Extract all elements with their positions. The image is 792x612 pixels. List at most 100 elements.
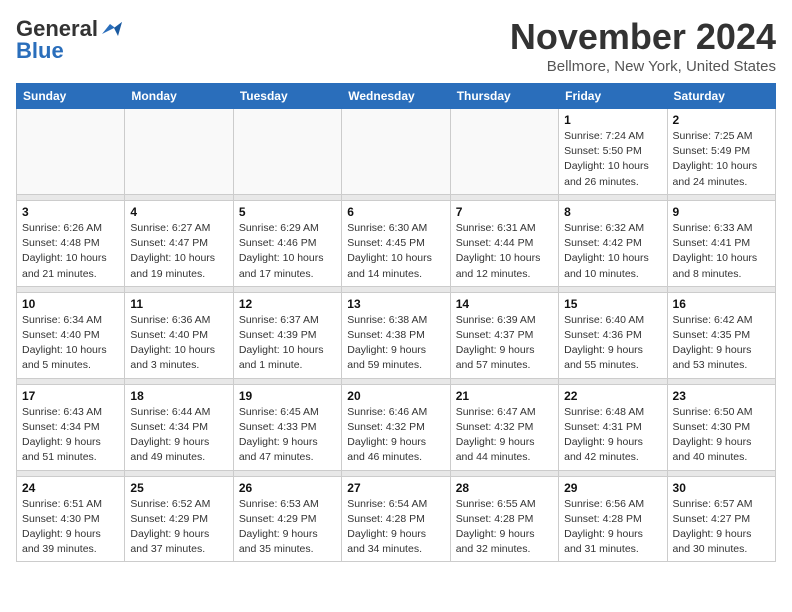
calendar-cell [17, 109, 125, 195]
logo: General Blue [16, 16, 122, 64]
day-info: Sunrise: 6:37 AM Sunset: 4:39 PM Dayligh… [239, 313, 336, 374]
day-number: 20 [347, 389, 444, 403]
day-number: 28 [456, 481, 553, 495]
calendar-cell: 24 Sunrise: 6:51 AM Sunset: 4:30 PM Dayli… [17, 476, 125, 562]
day-info: Sunrise: 6:26 AM Sunset: 4:48 PM Dayligh… [22, 221, 119, 282]
day-info: Sunrise: 6:38 AM Sunset: 4:38 PM Dayligh… [347, 313, 444, 374]
calendar-cell: 29Sunrise: 6:56 AM Sunset: 4:28 PM Dayli… [559, 476, 667, 562]
day-number: 22 [564, 389, 661, 403]
day-info: Sunrise: 6:45 AM Sunset: 4:33 PM Dayligh… [239, 405, 336, 466]
calendar-week-0: 1 Sunrise: 7:24 AM Sunset: 5:50 PM Daylig… [17, 109, 776, 195]
calendar-week-2: 10Sunrise: 6:34 AM Sunset: 4:40 PM Dayli… [17, 292, 776, 378]
day-number: 11 [130, 297, 227, 311]
day-info: Sunrise: 6:46 AM Sunset: 4:32 PM Dayligh… [347, 405, 444, 466]
calendar-cell: 19 Sunrise: 6:45 AM Sunset: 4:33 PM Dayli… [233, 384, 341, 470]
day-number: 7 [456, 205, 553, 219]
day-info: Sunrise: 6:47 AM Sunset: 4:32 PM Dayligh… [456, 405, 553, 466]
calendar-cell: 30 Sunrise: 6:57 AM Sunset: 4:27 PM Dayli… [667, 476, 775, 562]
title-area: November 2024 Bellmore, New York, United… [510, 16, 776, 75]
day-number: 26 [239, 481, 336, 495]
calendar-cell: 8 Sunrise: 6:32 AM Sunset: 4:42 PM Daylig… [559, 200, 667, 286]
calendar-cell: 4 Sunrise: 6:27 AM Sunset: 4:47 PM Daylig… [125, 200, 233, 286]
calendar-cell: 17 Sunrise: 6:43 AM Sunset: 4:34 PM Dayli… [17, 384, 125, 470]
calendar-week-1: 3 Sunrise: 6:26 AM Sunset: 4:48 PM Daylig… [17, 200, 776, 286]
day-number: 2 [673, 113, 770, 127]
day-info: Sunrise: 6:57 AM Sunset: 4:27 PM Dayligh… [673, 497, 770, 558]
day-info: Sunrise: 6:52 AM Sunset: 4:29 PM Dayligh… [130, 497, 227, 558]
day-info: Sunrise: 6:36 AM Sunset: 4:40 PM Dayligh… [130, 313, 227, 374]
day-info: Sunrise: 6:30 AM Sunset: 4:45 PM Dayligh… [347, 221, 444, 282]
weekday-header-sunday: Sunday [17, 84, 125, 109]
calendar-cell: 16 Sunrise: 6:42 AM Sunset: 4:35 PM Dayli… [667, 292, 775, 378]
day-info: Sunrise: 6:55 AM Sunset: 4:28 PM Dayligh… [456, 497, 553, 558]
day-number: 4 [130, 205, 227, 219]
day-number: 17 [22, 389, 119, 403]
day-number: 14 [456, 297, 553, 311]
day-info: Sunrise: 6:32 AM Sunset: 4:42 PM Dayligh… [564, 221, 661, 282]
day-number: 21 [456, 389, 553, 403]
calendar-table: SundayMondayTuesdayWednesdayThursdayFrid… [16, 83, 776, 562]
day-info: Sunrise: 6:33 AM Sunset: 4:41 PM Dayligh… [673, 221, 770, 282]
day-info: Sunrise: 6:39 AM Sunset: 4:37 PM Dayligh… [456, 313, 553, 374]
calendar-cell [125, 109, 233, 195]
weekday-header-row: SundayMondayTuesdayWednesdayThursdayFrid… [17, 84, 776, 109]
calendar-cell: 14 Sunrise: 6:39 AM Sunset: 4:37 PM Dayli… [450, 292, 558, 378]
weekday-header-tuesday: Tuesday [233, 84, 341, 109]
day-info: Sunrise: 6:29 AM Sunset: 4:46 PM Dayligh… [239, 221, 336, 282]
calendar-week-4: 24 Sunrise: 6:51 AM Sunset: 4:30 PM Dayli… [17, 476, 776, 562]
page-header: General Blue November 2024 Bellmore, New… [16, 16, 776, 75]
weekday-header-wednesday: Wednesday [342, 84, 450, 109]
day-info: Sunrise: 6:50 AM Sunset: 4:30 PM Dayligh… [673, 405, 770, 466]
weekday-header-monday: Monday [125, 84, 233, 109]
calendar-cell: 22 Sunrise: 6:48 AM Sunset: 4:31 PM Dayli… [559, 384, 667, 470]
weekday-header-saturday: Saturday [667, 84, 775, 109]
day-number: 18 [130, 389, 227, 403]
calendar-cell: 15Sunrise: 6:40 AM Sunset: 4:36 PM Dayli… [559, 292, 667, 378]
day-info: Sunrise: 6:43 AM Sunset: 4:34 PM Dayligh… [22, 405, 119, 466]
weekday-header-thursday: Thursday [450, 84, 558, 109]
calendar-cell: 10Sunrise: 6:34 AM Sunset: 4:40 PM Dayli… [17, 292, 125, 378]
day-number: 6 [347, 205, 444, 219]
logo-blue: Blue [16, 38, 64, 64]
calendar-cell: 5 Sunrise: 6:29 AM Sunset: 4:46 PM Daylig… [233, 200, 341, 286]
calendar-cell: 7 Sunrise: 6:31 AM Sunset: 4:44 PM Daylig… [450, 200, 558, 286]
day-info: Sunrise: 6:31 AM Sunset: 4:44 PM Dayligh… [456, 221, 553, 282]
day-number: 30 [673, 481, 770, 495]
day-number: 5 [239, 205, 336, 219]
calendar-cell: 20 Sunrise: 6:46 AM Sunset: 4:32 PM Dayli… [342, 384, 450, 470]
day-number: 16 [673, 297, 770, 311]
calendar-cell [450, 109, 558, 195]
day-number: 8 [564, 205, 661, 219]
calendar-week-3: 17 Sunrise: 6:43 AM Sunset: 4:34 PM Dayli… [17, 384, 776, 470]
day-info: Sunrise: 6:44 AM Sunset: 4:34 PM Dayligh… [130, 405, 227, 466]
calendar-cell: 11 Sunrise: 6:36 AM Sunset: 4:40 PM Dayli… [125, 292, 233, 378]
calendar-cell: 21 Sunrise: 6:47 AM Sunset: 4:32 PM Dayli… [450, 384, 558, 470]
day-number: 3 [22, 205, 119, 219]
day-number: 24 [22, 481, 119, 495]
weekday-header-friday: Friday [559, 84, 667, 109]
day-number: 19 [239, 389, 336, 403]
day-number: 10 [22, 297, 119, 311]
calendar-cell [342, 109, 450, 195]
calendar-cell: 18 Sunrise: 6:44 AM Sunset: 4:34 PM Dayli… [125, 384, 233, 470]
calendar-cell: 27 Sunrise: 6:54 AM Sunset: 4:28 PM Dayli… [342, 476, 450, 562]
day-number: 12 [239, 297, 336, 311]
day-info: Sunrise: 7:25 AM Sunset: 5:49 PM Dayligh… [673, 129, 770, 190]
calendar-cell: 2 Sunrise: 7:25 AM Sunset: 5:49 PM Daylig… [667, 109, 775, 195]
calendar-cell: 12 Sunrise: 6:37 AM Sunset: 4:39 PM Dayli… [233, 292, 341, 378]
day-number: 25 [130, 481, 227, 495]
day-info: Sunrise: 6:54 AM Sunset: 4:28 PM Dayligh… [347, 497, 444, 558]
day-info: Sunrise: 6:48 AM Sunset: 4:31 PM Dayligh… [564, 405, 661, 466]
calendar-cell: 1 Sunrise: 7:24 AM Sunset: 5:50 PM Daylig… [559, 109, 667, 195]
logo-bird-icon [100, 20, 122, 38]
day-number: 27 [347, 481, 444, 495]
calendar-cell: 26 Sunrise: 6:53 AM Sunset: 4:29 PM Dayli… [233, 476, 341, 562]
day-info: Sunrise: 7:24 AM Sunset: 5:50 PM Dayligh… [564, 129, 661, 190]
day-info: Sunrise: 6:53 AM Sunset: 4:29 PM Dayligh… [239, 497, 336, 558]
day-info: Sunrise: 6:27 AM Sunset: 4:47 PM Dayligh… [130, 221, 227, 282]
day-info: Sunrise: 6:51 AM Sunset: 4:30 PM Dayligh… [22, 497, 119, 558]
day-info: Sunrise: 6:42 AM Sunset: 4:35 PM Dayligh… [673, 313, 770, 374]
calendar-cell: 9Sunrise: 6:33 AM Sunset: 4:41 PM Daylig… [667, 200, 775, 286]
day-number: 1 [564, 113, 661, 127]
day-info: Sunrise: 6:56 AM Sunset: 4:28 PM Dayligh… [564, 497, 661, 558]
